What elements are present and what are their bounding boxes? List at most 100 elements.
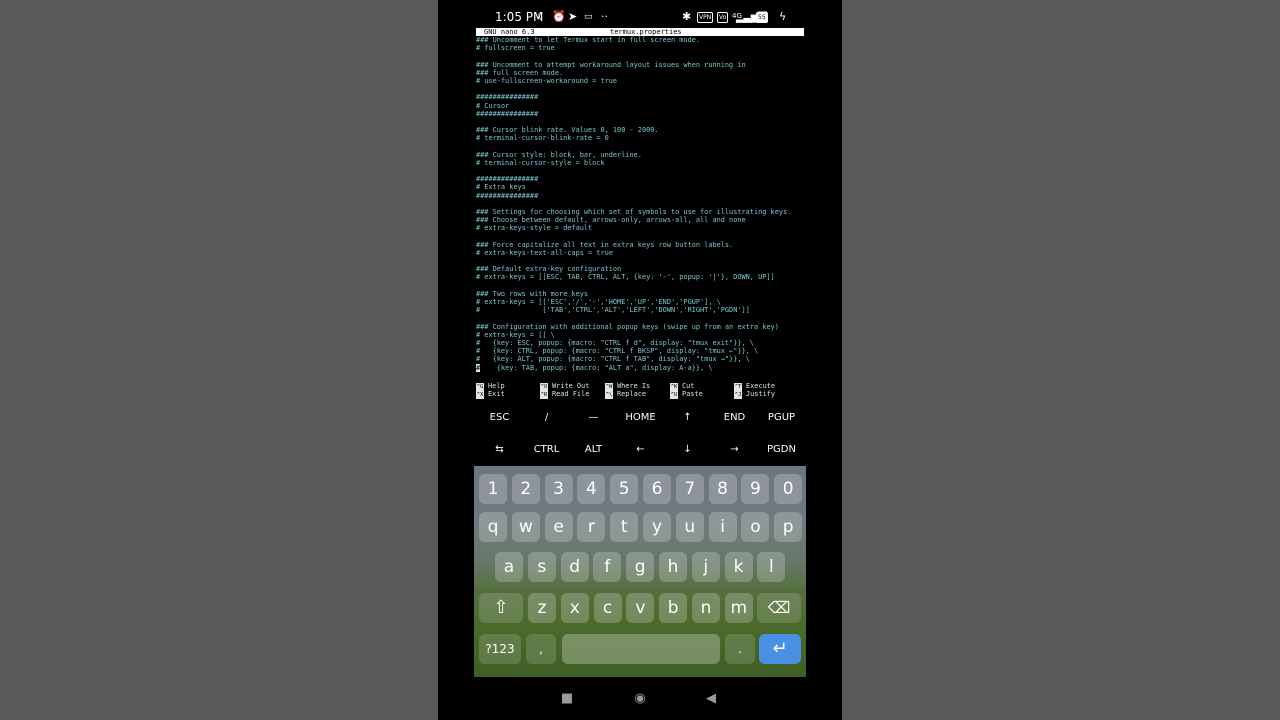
- shortcut-key: ^R: [540, 391, 548, 399]
- key-0[interactable]: 0: [774, 474, 803, 504]
- extra-key[interactable]: ←: [617, 434, 664, 466]
- key-5[interactable]: 5: [610, 474, 639, 504]
- file-line: [476, 167, 804, 175]
- nano-editor[interactable]: GNU nano 6.3 termux.properties ### Uncom…: [476, 28, 804, 378]
- key-h[interactable]: h: [659, 552, 687, 582]
- shortcut-group: ^G Help ^X Exit: [476, 382, 540, 400]
- space-bar[interactable]: [562, 634, 720, 664]
- shortcut-item[interactable]: ^K Cut: [670, 382, 734, 391]
- shortcut-item[interactable]: ^T Execute: [734, 382, 798, 391]
- back-button[interactable]: ◀: [699, 687, 723, 711]
- key-s[interactable]: s: [527, 552, 556, 582]
- enter-key-icon[interactable]: ↵: [759, 634, 801, 664]
- backspace-key-icon[interactable]: ⌫: [757, 593, 801, 623]
- key-7[interactable]: 7: [675, 474, 704, 504]
- period-key[interactable]: .: [725, 634, 755, 664]
- comma-key[interactable]: ,: [526, 634, 556, 664]
- shortcut-item[interactable]: ^X Exit: [476, 390, 540, 399]
- file-line: ### Cursor blink rate. Values 0, 100 - 2…: [476, 126, 659, 135]
- file-line: # extra-keys = [[ \: [476, 330, 555, 339]
- shortcut-item[interactable]: ^\ Replace: [605, 390, 669, 399]
- extra-key[interactable]: HOME: [617, 402, 664, 434]
- key-f[interactable]: f: [593, 552, 622, 582]
- file-line: ### Settings for choosing which set of s…: [476, 207, 792, 216]
- shortcut-item[interactable]: ^W Where Is: [605, 382, 669, 391]
- extra-key[interactable]: ESC: [476, 402, 523, 434]
- shortcut-item[interactable]: ^O Write Out: [540, 382, 604, 391]
- shortcut-label: Replace: [617, 390, 647, 398]
- key-3[interactable]: 3: [544, 474, 573, 504]
- key-b[interactable]: b: [659, 593, 688, 623]
- file-line: ### Uncomment to let Termux start in ful…: [476, 36, 701, 44]
- extra-keys-row-1: ESC / — HOME ↑ END PGUP: [476, 402, 804, 434]
- shift-key-icon[interactable]: ⇧: [479, 593, 523, 623]
- key-9[interactable]: 9: [741, 474, 770, 504]
- extra-key[interactable]: /: [523, 402, 570, 434]
- extra-key[interactable]: —: [570, 402, 617, 434]
- key-p[interactable]: p: [774, 512, 803, 542]
- file-line: ###############: [476, 93, 539, 102]
- key-q[interactable]: q: [479, 512, 507, 542]
- key-l[interactable]: l: [757, 552, 786, 582]
- extra-key[interactable]: ↑: [664, 402, 711, 434]
- symbols-key[interactable]: ?123: [479, 634, 521, 664]
- key-r[interactable]: r: [577, 512, 606, 542]
- key-i[interactable]: i: [708, 512, 737, 542]
- key-n[interactable]: n: [692, 593, 720, 623]
- key-z[interactable]: z: [528, 593, 556, 623]
- shortcut-key: ^U: [670, 391, 678, 399]
- key-j[interactable]: j: [691, 552, 720, 582]
- shortcut-key: ^X: [476, 391, 484, 399]
- shortcut-group: ^O Write Out ^R Read File: [540, 382, 604, 400]
- shortcut-label: Write Out: [552, 382, 590, 390]
- key-o[interactable]: o: [741, 512, 770, 542]
- charging-icon: ϟ: [779, 10, 787, 23]
- key-6[interactable]: 6: [643, 474, 671, 504]
- extra-key[interactable]: END: [711, 402, 758, 434]
- extra-key[interactable]: CTRL: [523, 434, 570, 466]
- key-4[interactable]: 4: [577, 474, 606, 504]
- key-c[interactable]: c: [593, 593, 622, 623]
- key-y[interactable]: y: [643, 512, 671, 542]
- extra-key[interactable]: ⇆: [476, 434, 523, 466]
- key-m[interactable]: m: [724, 593, 753, 623]
- more-icon: ··: [601, 10, 608, 23]
- key-v[interactable]: v: [626, 593, 655, 623]
- battery-icon: 55: [756, 12, 768, 23]
- key-t[interactable]: t: [610, 512, 639, 542]
- shortcut-item[interactable]: ^R Read File: [540, 390, 604, 399]
- key-1[interactable]: 1: [479, 474, 507, 504]
- extra-key[interactable]: ALT: [570, 434, 617, 466]
- file-line: # {key: ALT, popup: {macro: "CTRL f TAB"…: [476, 355, 750, 364]
- file-line: [476, 142, 804, 150]
- key-w[interactable]: w: [511, 512, 540, 542]
- key-x[interactable]: x: [560, 593, 589, 623]
- file-line: ### Two rows with more keys: [476, 289, 589, 298]
- file-line: # {key: TAB, popup: {macro: "ALT a", dis…: [476, 363, 804, 372]
- key-2[interactable]: 2: [511, 474, 540, 504]
- recents-button[interactable]: ■: [555, 687, 579, 711]
- key-d[interactable]: d: [560, 552, 589, 582]
- key-8[interactable]: 8: [708, 474, 737, 504]
- file-line: [476, 118, 804, 126]
- extra-keys-row-2: ⇆ CTRL ALT ← ↓ → PGDN: [476, 434, 804, 466]
- key-a[interactable]: a: [495, 552, 523, 582]
- shortcut-label: Help: [488, 382, 505, 390]
- extra-key[interactable]: PGUP: [758, 402, 805, 434]
- extra-key[interactable]: →: [711, 434, 758, 466]
- key-g[interactable]: g: [626, 552, 655, 582]
- shortcut-item[interactable]: ^G Help: [476, 382, 540, 391]
- file-line: # terminal-cursor-style = block: [476, 158, 605, 167]
- key-u[interactable]: u: [675, 512, 704, 542]
- shortcut-item[interactable]: ^U Paste: [670, 390, 734, 399]
- key-e[interactable]: e: [544, 512, 573, 542]
- bluetooth-icon: ✱: [682, 10, 692, 23]
- extra-key[interactable]: ↓: [664, 434, 711, 466]
- key-k[interactable]: k: [724, 552, 753, 582]
- extra-key[interactable]: PGDN: [758, 434, 805, 466]
- file-content[interactable]: ### Uncomment to let Termux start in ful…: [476, 36, 804, 372]
- home-button[interactable]: ◉: [628, 687, 652, 711]
- shortcut-item[interactable]: ^J Justify: [734, 390, 798, 399]
- file-line: [476, 257, 804, 265]
- shortcut-group: ^T Execute ^J Justify: [734, 382, 798, 400]
